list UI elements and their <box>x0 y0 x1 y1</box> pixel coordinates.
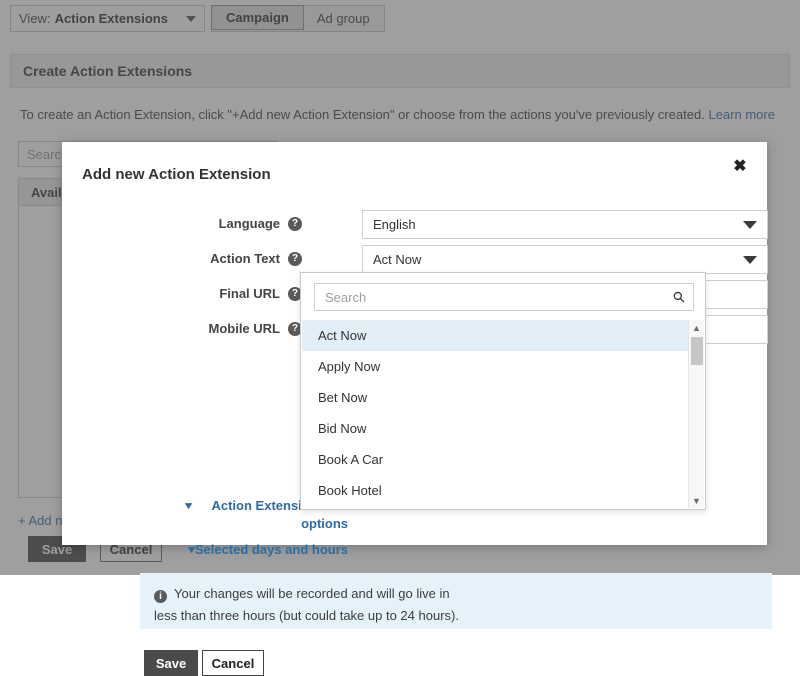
dropdown-scrollbar[interactable]: ▲ ▼ <box>688 320 704 508</box>
label-mobile-url: Mobile URL <box>208 321 281 336</box>
info-icon: i <box>154 590 167 603</box>
dropdown-search-row[interactable]: ⚲ <box>314 283 694 311</box>
close-icon[interactable]: ✖ <box>730 157 750 177</box>
chevron-down-icon <box>743 255 757 264</box>
info-banner-line1: Your changes will be recorded and will g… <box>174 586 450 601</box>
dropdown-search-input[interactable] <box>323 288 674 306</box>
language-select[interactable]: English <box>362 210 768 239</box>
label-language: Language <box>218 216 280 231</box>
field-row-language: Language ? English <box>62 210 768 244</box>
help-icon-action-text[interactable]: ? <box>288 252 302 266</box>
dropdown-option-list[interactable]: Act Now Apply Now Bet Now Bid Now Book A… <box>302 320 690 508</box>
help-icon-language[interactable]: ? <box>288 217 302 231</box>
chevron-down-icon[interactable]: ▼ <box>689 493 704 508</box>
list-item[interactable]: Apply Now <box>302 351 690 382</box>
label-action-text: Action Text <box>210 251 280 266</box>
list-item[interactable]: Bid Now <box>302 413 690 444</box>
label-final-url: Final URL <box>219 286 280 301</box>
chevron-up-icon[interactable]: ▲ <box>689 320 704 335</box>
action-text-dropdown-panel: ⚲ Act Now Apply Now Bet Now Bid Now Book… <box>300 272 706 510</box>
info-banner-line2: less than three hours (but could take up… <box>154 608 459 623</box>
chevron-down-icon <box>743 220 757 229</box>
dialog-title: Add new Action Extension <box>82 166 271 183</box>
list-item[interactable]: Bet Now <box>302 382 690 413</box>
toggle-days-hours-label: Selected days and hours <box>194 542 348 557</box>
list-item[interactable]: Book Hotel <box>302 475 690 506</box>
action-text-select-value: Act Now <box>373 252 422 267</box>
dialog-save-button[interactable]: Save <box>144 650 198 676</box>
list-item[interactable]: Book A Car <box>302 444 690 475</box>
toggle-days-hours[interactable]: ▼ Selected days and hours <box>182 542 348 557</box>
chevron-down-icon: ▼ <box>182 499 195 512</box>
chevron-down-icon: ▼ <box>185 543 198 556</box>
list-item[interactable]: Act Now <box>302 320 690 351</box>
action-text-select[interactable]: Act Now <box>362 245 768 274</box>
language-select-value: English <box>373 217 416 232</box>
dialog-cancel-button[interactable]: Cancel <box>202 650 264 676</box>
info-banner: i Your changes will be recorded and will … <box>140 573 772 629</box>
scrollbar-thumb[interactable] <box>691 337 703 365</box>
